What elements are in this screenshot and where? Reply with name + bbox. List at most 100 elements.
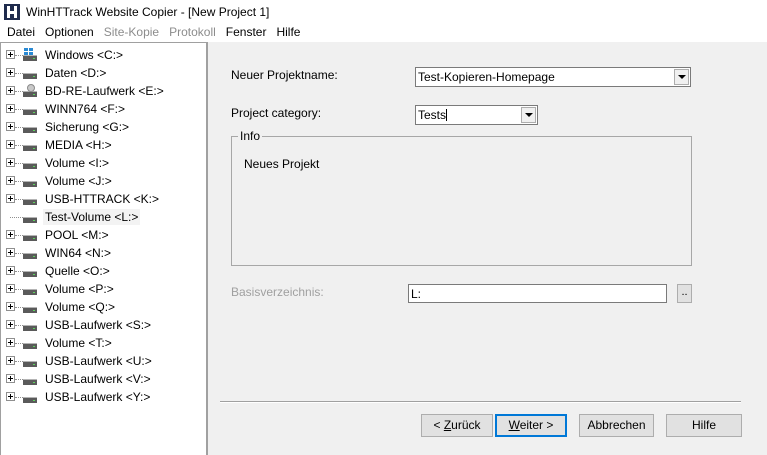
expand-plus-icon[interactable] [6, 50, 15, 59]
tree-item-label: USB-Laufwerk <V:> [45, 372, 151, 386]
tree-connector-line [15, 145, 23, 146]
tree-item-label: Volume <P:> [45, 282, 114, 296]
expand-plus-icon[interactable] [6, 104, 15, 113]
expand-plus-icon[interactable] [6, 302, 15, 311]
tree-connector-line [15, 289, 23, 290]
tree-item[interactable]: Volume <I:> [1, 154, 201, 172]
tree-item[interactable]: Daten <D:> [1, 64, 201, 82]
tree-item-label: BD-RE-Laufwerk <E:> [45, 84, 164, 98]
base-directory-label: Basisverzeichnis: [231, 285, 324, 299]
hard-drive-icon [23, 178, 37, 187]
tree-item[interactable]: MEDIA <H:> [1, 136, 201, 154]
tree-item-label: USB-Laufwerk <S:> [45, 318, 152, 332]
tree-item[interactable]: Sicherung <G:> [1, 118, 201, 136]
cancel-button[interactable]: Abbrechen [579, 414, 654, 437]
tree-connector-line [15, 91, 23, 92]
menu-hilfe[interactable]: Hilfe [271, 23, 305, 42]
back-button[interactable]: < Zurück [421, 414, 493, 437]
tree-connector-line [15, 397, 23, 398]
hard-drive-icon [23, 322, 37, 331]
hard-drive-icon [23, 106, 37, 115]
hard-drive-icon [23, 376, 37, 385]
tree-item[interactable]: Volume <P:> [1, 280, 201, 298]
tree-connector-line [15, 271, 23, 272]
expand-plus-icon[interactable] [6, 140, 15, 149]
base-directory-value: L: [411, 287, 422, 301]
tree-item-label: Test-Volume <L:> [43, 209, 141, 225]
tree-connector-line [15, 235, 23, 236]
text-cursor [446, 109, 448, 121]
tree-item-label: USB-HTTRACK <K:> [45, 192, 160, 206]
tree-item[interactable]: WIN64 <N:> [1, 244, 201, 262]
hard-drive-icon [23, 340, 37, 349]
hard-drive-icon [23, 232, 37, 241]
window-title: WinHTTrack Website Copier - [New Project… [26, 4, 270, 19]
tree-item-label: Quelle <O:> [45, 264, 110, 278]
hard-drive-icon [23, 142, 37, 151]
tree-item[interactable]: Windows <C:> [1, 46, 201, 64]
tree-connector-line [15, 253, 23, 254]
tree-item[interactable]: USB-Laufwerk <U:> [1, 352, 201, 370]
menu-optionen[interactable]: Optionen [40, 23, 99, 42]
tree-item[interactable]: Volume <J:> [1, 172, 201, 190]
tree-item[interactable]: USB-Laufwerk <V:> [1, 370, 201, 388]
tree-item[interactable]: USB-HTTRACK <K:> [1, 190, 201, 208]
expand-plus-icon[interactable] [6, 338, 15, 347]
hard-drive-icon [23, 124, 37, 133]
hard-drive-icon [23, 268, 37, 277]
separator [220, 401, 741, 403]
tree-item-label: Volume <J:> [45, 174, 112, 188]
project-name-combobox[interactable]: Test-Kopieren-Homepage [415, 67, 691, 87]
project-category-combobox[interactable]: Tests [415, 105, 538, 125]
tree-item[interactable]: Volume <Q:> [1, 298, 201, 316]
tree-item-label: USB-Laufwerk <Y:> [45, 390, 151, 404]
expand-plus-icon[interactable] [6, 176, 15, 185]
expand-plus-icon[interactable] [6, 284, 15, 293]
expand-plus-icon[interactable] [6, 248, 15, 257]
base-directory-field[interactable]: L: [408, 284, 667, 303]
title-bar: WinHTTrack Website Copier - [New Project… [0, 0, 767, 23]
tree-item[interactable]: USB-Laufwerk <Y:> [1, 388, 201, 406]
expand-plus-icon[interactable] [6, 194, 15, 203]
menu-protokoll: Protokoll [169, 25, 216, 39]
drive-tree[interactable]: Windows <C:> Daten <D:> BD-RE-Laufwerk <E:… [0, 42, 208, 455]
expand-plus-icon[interactable] [6, 320, 15, 329]
project-name-dropdown-icon[interactable] [674, 69, 689, 85]
tree-item[interactable]: Quelle <O:> [1, 262, 201, 280]
expand-plus-icon[interactable] [6, 356, 15, 365]
expand-plus-icon[interactable] [6, 374, 15, 383]
expand-plus-icon[interactable] [6, 266, 15, 275]
expand-plus-icon[interactable] [6, 230, 15, 239]
next-button[interactable]: Weiter > [495, 414, 567, 437]
project-name-value: Test-Kopieren-Homepage [418, 70, 555, 84]
tree-item[interactable]: Volume <T:> [1, 334, 201, 352]
windows-drive-icon [23, 48, 37, 61]
info-text: Neues Projekt [244, 157, 320, 171]
expand-plus-icon[interactable] [6, 68, 15, 77]
hard-drive-icon [23, 358, 37, 367]
tree-item-label: Volume <I:> [45, 156, 110, 170]
help-button[interactable]: Hilfe [666, 414, 742, 437]
menu-datei[interactable]: Datei [2, 23, 40, 42]
tree-item-label: USB-Laufwerk <U:> [45, 354, 152, 368]
info-groupbox: Info Neues Projekt [231, 129, 692, 266]
tree-item[interactable]: WINN764 <F:> [1, 100, 201, 118]
tree-item-label: WINN764 <F:> [45, 102, 126, 116]
browse-button[interactable]: .. [677, 284, 692, 303]
expand-plus-icon[interactable] [6, 158, 15, 167]
expand-plus-icon[interactable] [6, 86, 15, 95]
tree-connector-line [15, 73, 23, 74]
expand-plus-icon[interactable] [6, 122, 15, 131]
tree-item[interactable]: Test-Volume <L:> [1, 208, 201, 226]
tree-item[interactable]: POOL <M:> [1, 226, 201, 244]
tree-connector-line [15, 343, 23, 344]
expand-plus-icon[interactable] [6, 392, 15, 401]
tree-item-label: Daten <D:> [45, 66, 107, 80]
tree-item[interactable]: USB-Laufwerk <S:> [1, 316, 201, 334]
menu-fenster[interactable]: Fenster [221, 23, 272, 42]
optical-drive-icon [23, 84, 37, 97]
project-category-dropdown-icon[interactable] [521, 107, 536, 123]
hard-drive-icon [23, 196, 37, 205]
project-category-value: Tests [418, 108, 447, 122]
tree-item[interactable]: BD-RE-Laufwerk <E:> [1, 82, 201, 100]
